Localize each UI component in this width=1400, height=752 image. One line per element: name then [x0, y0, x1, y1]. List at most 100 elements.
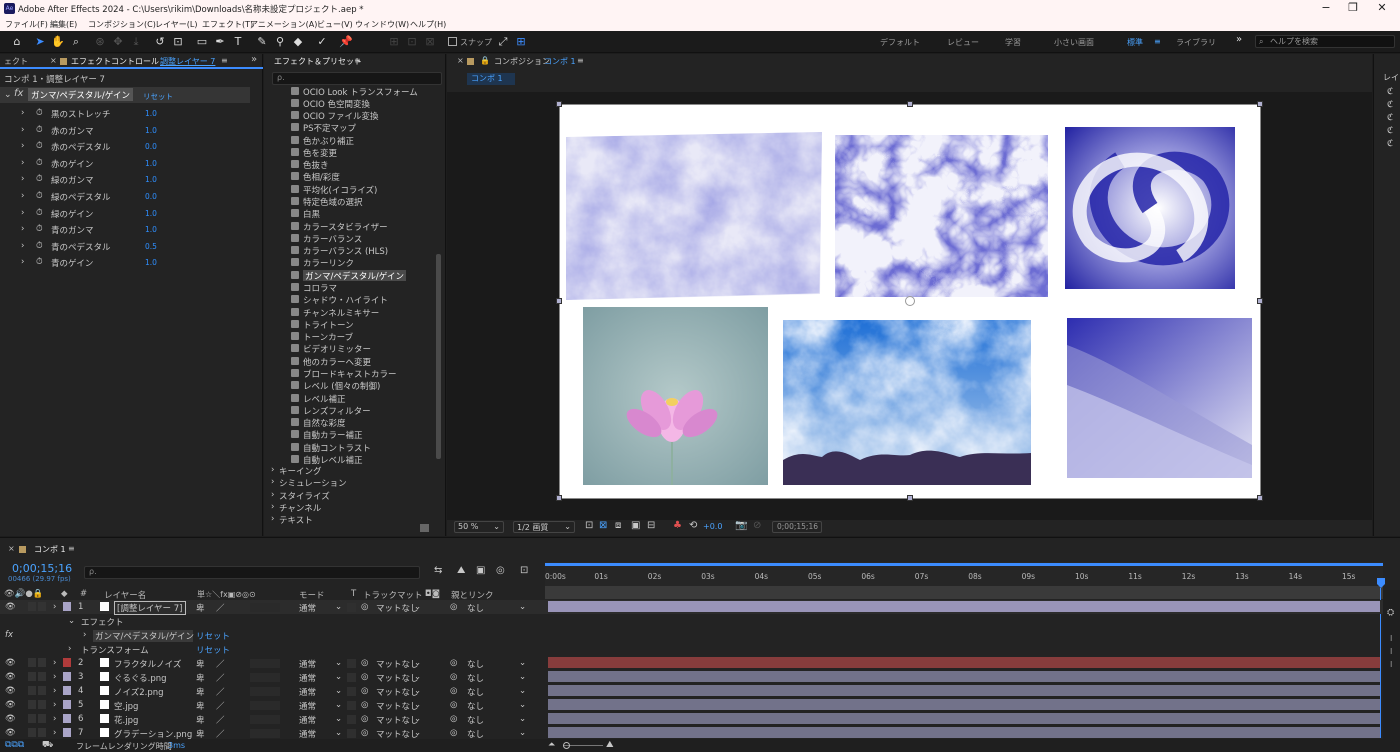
audio-switch[interactable]	[28, 671, 36, 681]
handle-top-left[interactable]	[556, 101, 562, 107]
lock-switch[interactable]	[38, 685, 46, 695]
shy-switch-icon[interactable]: 卑	[196, 602, 205, 614]
menu-effect[interactable]: エフェクト(T)	[202, 19, 253, 30]
parent-pickwhip-icon[interactable]: ◎	[450, 658, 457, 668]
layer-mode-select[interactable]: 通常 ⌄	[299, 700, 342, 712]
effect-item[interactable]: 他のカラーへ変更	[267, 355, 437, 367]
exposure-reset-icon[interactable]: ⟲	[689, 520, 697, 531]
workspace-standard[interactable]: 標準	[1127, 37, 1143, 48]
visibility-eye-icon[interactable]: 👁	[5, 658, 16, 668]
menu-layer[interactable]: レイヤー(L)	[155, 19, 197, 30]
parent-pickwhip-icon[interactable]: ◎	[450, 602, 457, 612]
zoom-tool-icon[interactable]: ⌕	[69, 34, 83, 49]
timeline-search-input[interactable]: ρ.	[84, 566, 420, 579]
layer-duration-bar[interactable]	[548, 670, 1380, 682]
lock-switch[interactable]	[38, 671, 46, 681]
layer-name[interactable]: 空.jpg	[114, 700, 138, 712]
time-ruler[interactable]: 0:00s 01s 02s 03s 04s 05s 06s 07s 08s 09s 10s 11s 12…	[545, 562, 1383, 588]
quality-switch-icon[interactable]: ／	[216, 658, 225, 670]
transform-expand-icon[interactable]: ›	[68, 644, 71, 654]
frame-blending-icon[interactable]: ◎	[496, 565, 505, 576]
menu-window[interactable]: ウィンドウ(W)	[355, 19, 409, 30]
effect-item[interactable]: ガンマ/ペデスタル/ゲイン	[267, 269, 437, 281]
tab-effect-controls[interactable]: エフェクトコントロール	[71, 56, 159, 67]
footer-toggle-icons[interactable]: ⧉⧉⧉	[5, 740, 24, 750]
puppet-pin-tool-icon[interactable]: 📌	[339, 34, 353, 49]
parent-select[interactable]: なし ⌄	[467, 700, 526, 712]
layer-expand-icon[interactable]: ›	[53, 714, 56, 724]
layer-duration-bar[interactable]	[548, 698, 1380, 710]
effect-item[interactable]: カラーリンク	[267, 256, 437, 269]
stopwatch-icon[interactable]: ⏱	[36, 174, 43, 184]
layer-expand-icon[interactable]: ›	[53, 700, 56, 710]
layer-switches[interactable]	[250, 728, 280, 738]
preserve-transparency-switch[interactable]	[347, 714, 356, 724]
layer-switches[interactable]	[250, 659, 280, 668]
layer-expand-icon[interactable]: ›	[53, 728, 56, 738]
shy-layers-icon[interactable]: ▣	[476, 565, 485, 576]
effect-param-row[interactable]: › ⏱ 緑のペデスタル 0.0	[0, 188, 262, 205]
timeline-layer-row[interactable]: 👁 › 7 グラデーション.png 卑／通常 ⌄ ◎ マットなし ⌄ ◎ なし ⌄	[0, 726, 1400, 740]
pen-tool-icon[interactable]: ✒	[213, 34, 227, 49]
effect-name[interactable]: ガンマ/ペデスタル/ゲイン	[28, 88, 134, 101]
layer-switches[interactable]	[250, 686, 280, 696]
layer-mode-select[interactable]: 通常 ⌄	[299, 658, 342, 670]
parent-pickwhip-icon[interactable]: ◎	[450, 672, 457, 682]
work-area-strip[interactable]	[545, 586, 1383, 599]
layer-label-color[interactable]	[63, 671, 71, 681]
parent-pickwhip-icon[interactable]: ◎	[450, 728, 457, 738]
dolly-camera-icon[interactable]: ⤓	[129, 34, 143, 49]
effect-item[interactable]: PS不定マップ	[267, 121, 437, 134]
layer-mode-select[interactable]: 通常 ⌄	[299, 686, 342, 698]
eraser-tool-icon[interactable]: ◆	[291, 34, 305, 49]
visibility-eye-icon[interactable]: 👁	[5, 686, 16, 696]
effect-item[interactable]: レンズフィルター	[267, 404, 437, 416]
lock-switch[interactable]	[38, 658, 46, 667]
visibility-eye-icon[interactable]: 👁	[5, 714, 16, 724]
effect-param-row[interactable]: › ⏱ 緑のガンマ 1.0	[0, 171, 262, 188]
rectangle-tool-icon[interactable]: ▭	[195, 34, 209, 49]
layer-mode-select[interactable]: 通常 ⌄	[299, 602, 342, 614]
handle-mid-left[interactable]	[556, 298, 562, 304]
menu-composition[interactable]: コンポジション(C)	[88, 19, 156, 30]
comp-panel-menu-icon[interactable]: ≡	[577, 56, 584, 65]
stopwatch-icon[interactable]: ⏱	[36, 158, 43, 168]
effect-item[interactable]: ブロードキャストカラー	[267, 367, 437, 379]
param-value[interactable]: 1.0	[145, 175, 157, 184]
axis-local-icon[interactable]: ⊞	[387, 34, 401, 49]
timeline-layer-row[interactable]: 👁 › 6 花.jpg 卑／通常 ⌄ ◎ マットなし ⌄ ◎ なし ⌄	[0, 712, 1400, 726]
type-tool-icon[interactable]: T	[231, 34, 245, 49]
stopwatch-icon[interactable]: ⏱	[36, 241, 43, 251]
roto-brush-tool-icon[interactable]: ✓	[315, 34, 329, 49]
effect-item[interactable]: トライトーン	[267, 318, 437, 330]
stopwatch-icon[interactable]: ⏱	[36, 224, 43, 234]
menu-view[interactable]: ビュー(V)	[317, 19, 353, 30]
audio-switch[interactable]	[28, 727, 36, 737]
side-panel-icons[interactable]: ℭℭℭℭℭ	[1387, 86, 1393, 151]
clone-stamp-tool-icon[interactable]: ⚲	[273, 34, 287, 49]
close-button[interactable]: ✕	[1372, 2, 1392, 14]
snap-checkbox[interactable]	[448, 37, 457, 46]
zoom-out-icon[interactable]: ⏶	[548, 740, 555, 750]
effects-search-input[interactable]: ρ.	[272, 72, 442, 85]
layer-expand-icon[interactable]: ›	[53, 672, 56, 682]
panel-collapse-icon[interactable]: »	[251, 54, 257, 65]
effect-param-row[interactable]: › ⏱ 青のゲイン 1.0	[0, 254, 262, 271]
shy-switch-icon[interactable]: 卑	[196, 714, 205, 726]
effect-item[interactable]: 色抜き	[267, 158, 437, 170]
workspace-learn[interactable]: 学習	[1005, 37, 1021, 48]
preserve-transparency-switch[interactable]	[347, 672, 356, 682]
timeline-layer-row[interactable]: 👁 › 3 ぐるぐる.png 卑／通常 ⌄ ◎ マットなし ⌄ ◎ なし ⌄	[0, 670, 1400, 684]
layer-name[interactable]: グラデーション.png	[114, 728, 192, 740]
param-expand-icon[interactable]: ›	[21, 174, 24, 184]
lock-switch[interactable]	[38, 699, 46, 709]
track-matte-select[interactable]: マットなし ⌄	[376, 686, 421, 698]
effect-param-row[interactable]: › ⏱ 赤のペデスタル 0.0	[0, 138, 262, 155]
panel-menu-icon[interactable]: ≡	[221, 56, 228, 65]
tab-effects-presets[interactable]: エフェクト＆プリセット	[274, 56, 362, 67]
effect-item[interactable]: コロラマ	[267, 281, 437, 293]
parent-select[interactable]: なし ⌄	[467, 658, 526, 670]
layer-label-color[interactable]	[63, 602, 71, 611]
param-expand-icon[interactable]: ›	[21, 141, 24, 151]
region-of-interest-icon[interactable]: ⊡	[585, 520, 593, 531]
